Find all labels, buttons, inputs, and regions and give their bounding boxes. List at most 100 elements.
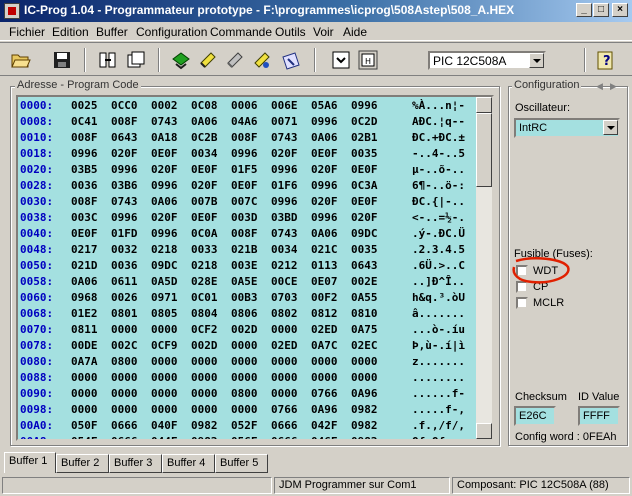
code-word[interactable]: 0643 xyxy=(111,131,138,144)
code-word[interactable]: 0A06 xyxy=(311,131,338,144)
code-word[interactable]: 0000 xyxy=(71,403,98,416)
code-word[interactable]: 007C xyxy=(231,195,258,208)
menu-outils[interactable]: Outils xyxy=(275,25,306,39)
code-word[interactable]: 0A7A xyxy=(71,355,98,368)
code-word[interactable]: 0C2D xyxy=(351,115,378,128)
code-word[interactable]: 0611 xyxy=(111,275,138,288)
code-word[interactable]: 0805 xyxy=(151,307,178,320)
import-buffer-icon[interactable] xyxy=(97,49,119,71)
minimize-button[interactable]: _ xyxy=(576,3,592,17)
code-word[interactable]: 0A06 xyxy=(191,115,218,128)
code-word[interactable]: 0000 xyxy=(271,355,298,368)
code-word[interactable]: 0A55 xyxy=(351,291,378,304)
code-word[interactable]: 0810 xyxy=(351,307,378,320)
code-word[interactable]: 00DE xyxy=(71,339,98,352)
code-word[interactable]: 0804 xyxy=(191,307,218,320)
code-word[interactable]: 01FD xyxy=(111,227,138,240)
code-word[interactable]: 0A5E xyxy=(231,275,258,288)
code-word[interactable]: 042F xyxy=(311,419,338,432)
program-chip-icon[interactable] xyxy=(170,49,192,71)
code-word[interactable]: 0743 xyxy=(151,115,178,128)
code-word[interactable]: 0996 xyxy=(271,163,298,176)
code-word[interactable]: 04A6 xyxy=(231,115,258,128)
code-word[interactable]: 020F xyxy=(111,147,138,160)
menu-configuration[interactable]: Configuration xyxy=(136,25,207,39)
code-word[interactable]: 0002 xyxy=(151,99,178,112)
checksum-field[interactable]: E26C xyxy=(514,406,556,426)
code-word[interactable]: 0000 xyxy=(271,387,298,400)
code-word[interactable]: 0026 xyxy=(111,291,138,304)
verify-chip-icon[interactable] xyxy=(251,49,273,71)
code-word[interactable]: 0000 xyxy=(191,371,218,384)
code-word[interactable]: 0996 xyxy=(231,147,258,160)
code-word[interactable]: 020F xyxy=(271,147,298,160)
code-word[interactable]: 0801 xyxy=(111,307,138,320)
program-code-grid[interactable]: 00A8: 054F 0666 044F 0982 056F 0666 046F 0982 Of.… xyxy=(16,95,494,441)
tab-buffer-1[interactable]: Buffer 1 xyxy=(4,452,56,473)
code-word[interactable]: 0217 xyxy=(71,243,98,256)
config-next-arrow[interactable]: ▶ xyxy=(610,81,617,92)
code-word[interactable]: 0743 xyxy=(271,227,298,240)
code-word[interactable]: 0000 xyxy=(231,371,258,384)
code-word[interactable]: 056F xyxy=(231,435,258,439)
code-word[interactable]: 008F xyxy=(231,227,258,240)
code-word[interactable]: 021C xyxy=(311,243,338,256)
code-word[interactable]: 0000 xyxy=(271,323,298,336)
oscillator-select[interactable]: IntRC xyxy=(514,118,620,138)
code-word[interactable]: 0968 xyxy=(71,291,98,304)
code-word[interactable]: 028E xyxy=(191,275,218,288)
code-word[interactable]: 03B6 xyxy=(111,179,138,192)
code-word[interactable]: 020F xyxy=(311,163,338,176)
tab-buffer-4[interactable]: Buffer 4 xyxy=(162,454,215,473)
code-word[interactable]: 020F xyxy=(151,163,178,176)
id-value-field[interactable]: FFFF xyxy=(578,406,620,426)
view-assembler-icon[interactable] xyxy=(330,49,352,71)
code-word[interactable]: 0743 xyxy=(271,131,298,144)
code-word[interactable]: 0036 xyxy=(71,179,98,192)
code-word[interactable]: 0812 xyxy=(311,307,338,320)
code-word[interactable]: 0000 xyxy=(231,355,258,368)
code-word[interactable]: 0E0F xyxy=(231,179,258,192)
code-word[interactable]: 0212 xyxy=(271,259,298,272)
code-word[interactable]: 020F xyxy=(151,211,178,224)
code-word[interactable]: 0C01 xyxy=(191,291,218,304)
code-word[interactable]: 0A06 xyxy=(311,227,338,240)
code-word[interactable]: 02ED xyxy=(311,323,338,336)
code-word[interactable]: 0971 xyxy=(151,291,178,304)
code-word[interactable]: 0996 xyxy=(311,179,338,192)
code-word[interactable]: 0E0F xyxy=(351,163,378,176)
code-word[interactable]: 002E xyxy=(351,275,378,288)
code-word[interactable]: 0703 xyxy=(271,291,298,304)
code-word[interactable]: 0996 xyxy=(351,99,378,112)
code-word[interactable]: 0996 xyxy=(311,115,338,128)
menu-aide[interactable]: Aide xyxy=(343,25,367,39)
code-word[interactable]: 0034 xyxy=(271,243,298,256)
code-word[interactable]: 0000 xyxy=(111,387,138,400)
code-word[interactable]: 0996 xyxy=(311,211,338,224)
erase-chip-icon[interactable] xyxy=(224,49,246,71)
menu-commande[interactable]: Commande xyxy=(210,25,272,39)
code-word[interactable]: 0E0F xyxy=(191,211,218,224)
code-word[interactable]: 0006 xyxy=(231,99,258,112)
code-word[interactable]: 09DC xyxy=(351,227,378,240)
code-word[interactable]: 0218 xyxy=(151,243,178,256)
close-button[interactable]: × xyxy=(612,3,628,17)
code-word[interactable]: 0071 xyxy=(271,115,298,128)
code-word[interactable]: 02ED xyxy=(271,339,298,352)
code-word[interactable]: 0C2B xyxy=(191,131,218,144)
code-word[interactable]: 002D xyxy=(191,339,218,352)
device-select[interactable]: PIC 12C508A xyxy=(428,51,546,70)
code-word[interactable]: 00B3 xyxy=(231,291,258,304)
code-word[interactable]: 0806 xyxy=(231,307,258,320)
code-word[interactable]: 0218 xyxy=(191,259,218,272)
menu-edition[interactable]: Edition xyxy=(52,25,89,39)
code-word[interactable]: 003D xyxy=(231,211,258,224)
code-word[interactable]: 0C0A xyxy=(191,227,218,240)
code-word[interactable]: 0000 xyxy=(151,403,178,416)
code-word[interactable]: 0A06 xyxy=(151,195,178,208)
code-word[interactable]: 0982 xyxy=(191,419,218,432)
chevron-down-icon[interactable] xyxy=(529,53,544,68)
code-word[interactable]: 0996 xyxy=(151,227,178,240)
code-word[interactable]: 0E0F xyxy=(351,195,378,208)
code-word[interactable]: 0982 xyxy=(351,403,378,416)
